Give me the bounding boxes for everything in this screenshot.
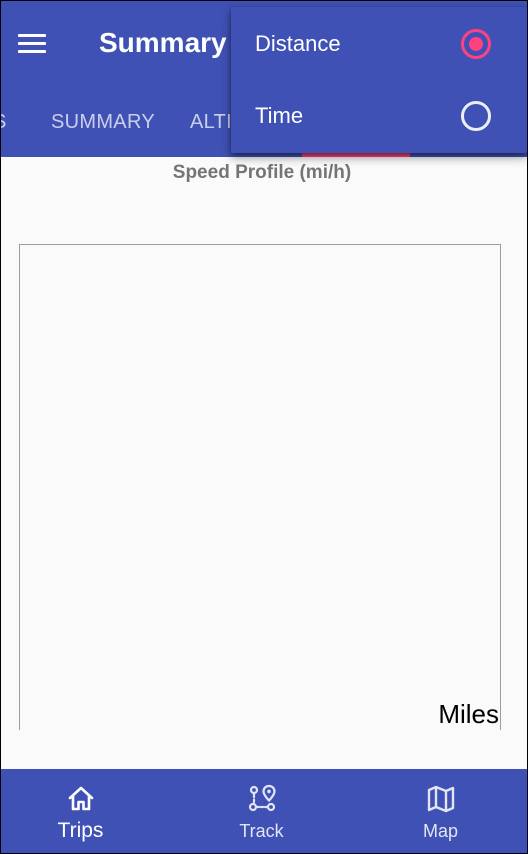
nav-item-track[interactable]: Track: [174, 769, 349, 853]
tab-summary[interactable]: SUMMARY: [51, 111, 155, 134]
time-radio-button[interactable]: [461, 101, 491, 131]
menu-item-time-label: Time: [255, 103, 304, 128]
menu-item-distance[interactable]: Distance: [231, 7, 527, 79]
hamburger-menu-icon[interactable]: [18, 34, 46, 54]
nav-label-trips: Trips: [57, 819, 104, 842]
route-icon: [246, 783, 278, 815]
x-axis-label: Miles: [438, 699, 499, 729]
distance-radio-button[interactable]: [461, 29, 491, 59]
tab-selected-indicator: [302, 153, 410, 157]
distance-time-popup-menu: Distance Time: [231, 7, 527, 153]
nav-label-track: Track: [239, 821, 284, 841]
nav-item-trips[interactable]: Trips: [1, 769, 168, 853]
map-icon: [425, 783, 457, 815]
bottom-navigation: Trips Track Map: [1, 769, 527, 853]
page-title: Summary: [99, 27, 227, 58]
menu-item-distance-label: Distance: [255, 31, 341, 56]
home-icon: [65, 783, 97, 815]
tab-altitude[interactable]: ALTI: [190, 111, 232, 134]
nav-item-map[interactable]: Map: [353, 769, 527, 853]
speed-profile-chart[interactable]: [19, 244, 501, 730]
chart-title: Speed Profile (mi/h): [172, 162, 352, 183]
screen: Summary S SUMMARY ALTI Speed Profile (mi…: [1, 1, 527, 853]
tab-previous[interactable]: S: [1, 111, 7, 134]
menu-item-time[interactable]: Time: [231, 79, 527, 151]
nav-label-map: Map: [422, 821, 458, 841]
